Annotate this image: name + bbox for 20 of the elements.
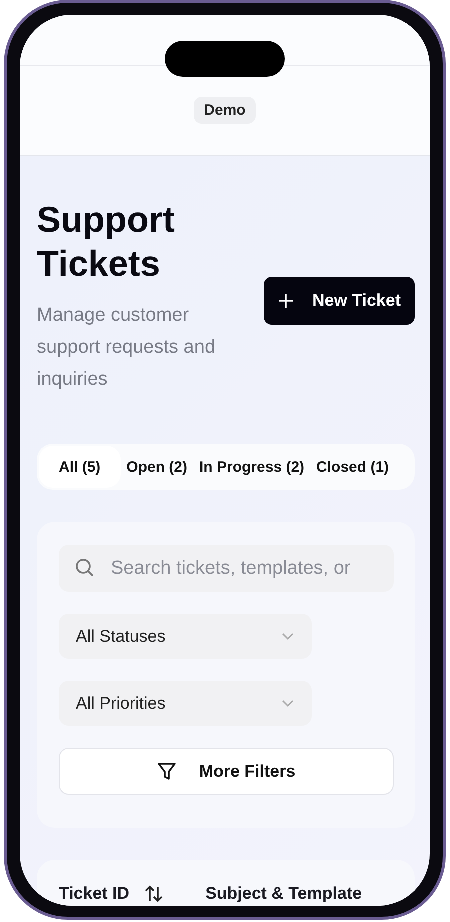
search-field[interactable]: Search tickets, templates, or (59, 545, 394, 592)
more-filters-button[interactable]: More Filters (59, 748, 394, 795)
sort-icon[interactable] (144, 885, 164, 903)
demo-badge: Demo (194, 97, 256, 124)
chevron-down-icon (282, 632, 294, 640)
status-tab[interactable]: All (5) (39, 446, 121, 488)
new-ticket-button[interactable]: New Ticket (264, 277, 415, 325)
page-subtitle: Manage customer support requests and inquiries (37, 304, 217, 392)
status-tab[interactable]: Open (2) (120, 446, 194, 488)
plus-icon (278, 293, 294, 309)
column-header[interactable]: Subject & Template (206, 884, 362, 904)
chevron-down-icon (282, 700, 294, 708)
status-tab[interactable]: In Progress (2) (194, 446, 311, 488)
filter-dropdown[interactable]: All Priorities (59, 681, 312, 726)
filter-dropdown[interactable]: All Statuses (59, 614, 312, 659)
filter-icon (157, 762, 178, 782)
page-title: Support Tickets (37, 198, 176, 286)
status-tab[interactable]: Closed (1) (310, 446, 396, 488)
column-header[interactable]: Ticket ID (59, 884, 130, 904)
search-icon (75, 558, 95, 578)
